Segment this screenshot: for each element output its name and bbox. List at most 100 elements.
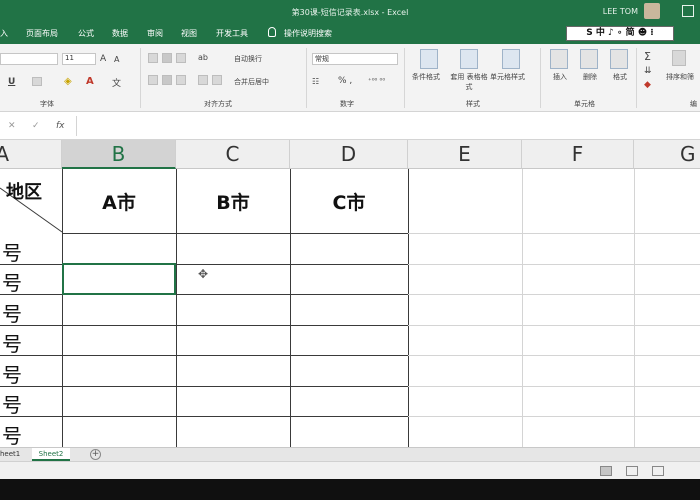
status-bar xyxy=(0,461,700,479)
insert-function-button[interactable]: fx xyxy=(56,121,65,131)
cell-styles-icon[interactable] xyxy=(502,49,520,69)
group-cells-label: 单元格 xyxy=(574,100,595,108)
tab-formulas[interactable]: 公式 xyxy=(78,28,94,39)
group-editing-label: 编 xyxy=(690,100,697,108)
tab-page-layout[interactable]: 页面布局 xyxy=(26,28,58,39)
column-header-b[interactable]: B xyxy=(62,140,176,169)
row-label[interactable]: 号 xyxy=(2,389,22,418)
insert-cells-button[interactable]: 插入 xyxy=(553,72,567,82)
wrap-text-button[interactable]: 自动换行 xyxy=(234,54,262,64)
sort-filter-icon[interactable] xyxy=(672,50,686,66)
clear-icon[interactable]: ◆ xyxy=(644,80,651,90)
conditional-format-icon[interactable] xyxy=(420,49,438,69)
selected-cell[interactable] xyxy=(62,263,176,295)
fill-color-icon[interactable]: ◈ xyxy=(64,76,72,87)
enter-icon[interactable]: ✓ xyxy=(32,121,40,131)
restore-window-icon[interactable] xyxy=(682,5,694,17)
row-border xyxy=(0,355,408,356)
tab-insert[interactable]: 入 xyxy=(0,28,8,39)
column-header-d[interactable]: D xyxy=(290,140,408,169)
ribbon: 11 A A U ◈ A 文 字体 ab 自动换行 合并后居中 对齐方式 常规 … xyxy=(0,44,700,112)
column-header-g[interactable]: G xyxy=(634,140,700,169)
decimal-icon[interactable]: ⁺⁰⁰ ⁰⁰ xyxy=(368,77,385,85)
tab-view[interactable]: 视图 xyxy=(181,28,197,39)
city-header-b[interactable]: B市 xyxy=(176,188,290,215)
avatar[interactable] xyxy=(644,3,660,19)
number-format-combo[interactable]: 常规 xyxy=(312,53,398,65)
delete-cells-icon[interactable] xyxy=(580,49,598,69)
column-header-e[interactable]: E xyxy=(408,140,522,169)
align-middle-icon[interactable] xyxy=(162,53,172,63)
user-name[interactable]: LEE TOM xyxy=(603,7,638,16)
increase-indent-icon[interactable] xyxy=(212,75,222,85)
cell-styles-button[interactable]: 单元格样式 xyxy=(490,72,525,82)
font-color-icon[interactable]: A xyxy=(86,76,94,87)
add-sheet-icon[interactable]: + xyxy=(90,449,101,460)
border-icon[interactable] xyxy=(32,77,42,86)
shrink-font-icon[interactable]: A xyxy=(114,55,119,64)
phonetic-icon[interactable]: 文 xyxy=(112,76,121,89)
group-styles-label: 样式 xyxy=(466,100,480,108)
currency-icon[interactable]: ☷ xyxy=(312,77,319,86)
group-divider xyxy=(140,48,141,108)
align-center-icon[interactable] xyxy=(162,75,172,85)
region-header: 地区 xyxy=(6,182,42,203)
delete-cells-button[interactable]: 删除 xyxy=(583,72,597,82)
sort-filter-button[interactable]: 排序和筛 xyxy=(666,72,694,82)
tab-data[interactable]: 数据 xyxy=(112,28,128,39)
insert-cells-icon[interactable] xyxy=(550,49,568,69)
grow-font-icon[interactable]: A xyxy=(100,54,106,64)
row-border xyxy=(408,264,700,265)
city-header-a[interactable]: A市 xyxy=(62,188,176,215)
decrease-indent-icon[interactable] xyxy=(198,75,208,85)
format-table-button[interactable]: 套用 表格格式 xyxy=(450,72,488,92)
group-number-label: 数字 xyxy=(340,100,354,108)
percent-comma-buttons[interactable]: % , xyxy=(338,76,352,86)
underline-icon[interactable]: U xyxy=(8,77,15,87)
orientation-icon[interactable]: ab xyxy=(198,53,208,62)
align-top-icon[interactable] xyxy=(148,53,158,63)
cancel-icon[interactable]: ✕ xyxy=(8,121,16,131)
merge-center-button[interactable]: 合并后居中 xyxy=(234,77,269,87)
row-label[interactable]: 号 xyxy=(2,298,22,327)
align-right-icon[interactable] xyxy=(176,75,186,85)
ime-toolbar[interactable]: S 中 ♪ ∘ 简 ☻ ⁝ xyxy=(566,26,674,41)
autosum-icon[interactable]: Σ xyxy=(644,50,651,63)
row-border xyxy=(0,416,408,417)
column-header-f[interactable]: F xyxy=(522,140,634,169)
formula-bar: ✕ ✓ fx xyxy=(0,112,700,140)
page-break-view-icon[interactable] xyxy=(652,466,664,476)
lightbulb-icon xyxy=(268,27,276,37)
tell-me-search[interactable]: 操作说明搜索 xyxy=(284,28,332,39)
font-size-combo[interactable]: 11 xyxy=(62,53,96,65)
row-label[interactable]: 号 xyxy=(2,328,22,357)
column-header-a[interactable]: A xyxy=(0,140,62,169)
tab-developer[interactable]: 开发工具 xyxy=(216,28,248,39)
format-table-icon[interactable] xyxy=(460,49,478,69)
row-label[interactable]: 号 xyxy=(2,237,22,266)
row-label[interactable]: 号 xyxy=(2,267,22,296)
page-layout-view-icon[interactable] xyxy=(626,466,638,476)
sheet-tab-2[interactable]: Sheet2 xyxy=(32,448,70,461)
row-border xyxy=(408,233,700,234)
format-cells-icon[interactable] xyxy=(610,49,628,69)
conditional-format-button[interactable]: 条件格式 xyxy=(412,72,440,82)
row-border xyxy=(408,416,700,417)
column-header-c[interactable]: C xyxy=(176,140,290,169)
group-divider xyxy=(306,48,307,108)
row-label[interactable]: 号 xyxy=(2,420,22,447)
format-cells-button[interactable]: 格式 xyxy=(613,72,627,82)
tab-review[interactable]: 审阅 xyxy=(147,28,163,39)
city-header-c[interactable]: C市 xyxy=(290,188,408,215)
formula-input[interactable] xyxy=(76,116,700,136)
fill-icon[interactable]: ⇊ xyxy=(644,66,652,76)
sheet-tab-1[interactable]: heet1 xyxy=(0,450,20,458)
font-name-combo[interactable] xyxy=(0,53,58,65)
group-font-label: 字体 xyxy=(40,100,54,108)
column-border xyxy=(522,169,523,447)
align-left-icon[interactable] xyxy=(148,75,158,85)
normal-view-icon[interactable] xyxy=(600,466,612,476)
row-label[interactable]: 号 xyxy=(2,359,22,388)
align-bottom-icon[interactable] xyxy=(176,53,186,63)
group-divider xyxy=(540,48,541,108)
